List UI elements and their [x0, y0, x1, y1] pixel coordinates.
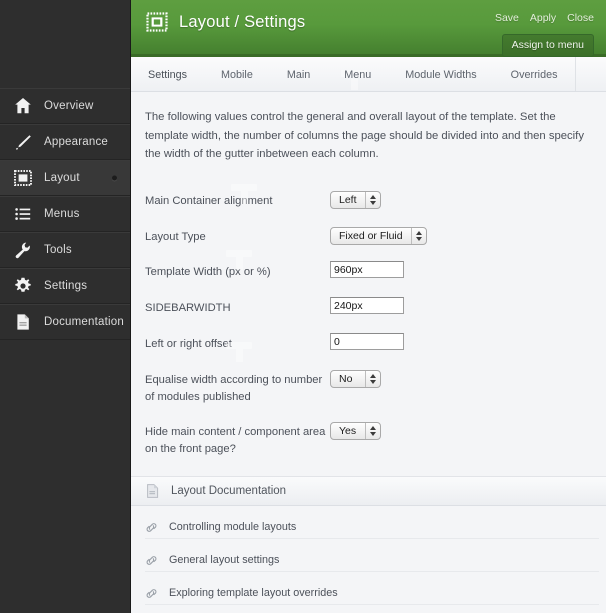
hide-main-content-select[interactable]: Yes: [330, 422, 381, 441]
field-row: SIDEBARWIDTH: [131, 289, 606, 325]
wrench-icon: [12, 239, 34, 261]
field-control: [330, 297, 404, 315]
sidebar-item-settings[interactable]: Settings: [0, 268, 131, 304]
sidebar-item-label: Overview: [44, 100, 94, 112]
list-item[interactable]: Controlling module layouts: [145, 516, 599, 540]
template-width-input[interactable]: [330, 261, 404, 279]
list-item-label: General layout settings: [169, 554, 280, 567]
assign-to-menu-button[interactable]: Assign to menu: [501, 34, 594, 57]
sidebar-item-appearance[interactable]: Appearance: [0, 124, 131, 160]
left-right-offset-input[interactable]: [330, 333, 404, 351]
sidebar-item-label: Settings: [44, 280, 88, 292]
list-item[interactable]: General layout settings: [145, 549, 599, 573]
sidebar-item-tools[interactable]: Tools: [0, 232, 131, 268]
stepper-arrows-icon: [410, 227, 426, 244]
field-row: Main Container alignment Left: [131, 182, 606, 218]
tab-mobile[interactable]: Mobile: [204, 57, 270, 92]
brush-icon: [12, 131, 34, 153]
field-control: No: [330, 369, 381, 388]
documentation-links: Controlling module layouts General layou…: [131, 506, 606, 613]
gear-icon: [12, 275, 34, 297]
link-icon: [145, 587, 159, 600]
field-label: Main Container alignment: [145, 194, 273, 207]
list-item[interactable]: Exploring template layout overrides: [145, 582, 599, 606]
documentation-panel: Layout Documentation Controlling module …: [131, 70, 606, 613]
sidebar-item-label: Appearance: [44, 136, 109, 148]
documentation-header: Layout Documentation: [131, 476, 606, 507]
document-icon: [145, 483, 161, 499]
field-label: Template Width (px or %): [145, 266, 271, 279]
link-icon: [145, 521, 159, 534]
sidebar-item-documentation[interactable]: Documentation: [0, 304, 131, 340]
field-row: Equalise width according to number of mo…: [131, 361, 606, 414]
select-value: Fixed or Fluid: [339, 229, 403, 242]
document-icon: [12, 311, 34, 333]
sidebar-item-label: Documentation: [44, 316, 124, 328]
field-control: Left: [330, 190, 381, 209]
header-actions: Save Apply Close: [495, 12, 594, 24]
app-window: Overview Appearance Layout Menus Tools S…: [0, 0, 606, 613]
field-row: Left or right offset: [131, 325, 606, 361]
field-control: [330, 261, 404, 279]
home-icon: [12, 95, 34, 117]
tab-module-widths[interactable]: Module Widths: [388, 57, 493, 92]
intro-text: The following values control the general…: [145, 111, 584, 161]
close-button[interactable]: Close: [567, 12, 594, 24]
active-indicator-dot: [112, 175, 117, 181]
settings-form: Main Container alignment Left Layout Typ…: [131, 182, 606, 466]
select-value: Left: [339, 193, 357, 206]
equalise-width-select[interactable]: No: [330, 369, 381, 388]
page-header: Layout / Settings Save Apply Close Assig…: [131, 0, 606, 57]
field-label: SIDEBARWIDTH: [145, 302, 231, 315]
list-item-label: Controlling module layouts: [169, 521, 297, 534]
stepper-arrows-icon: [365, 191, 380, 208]
main-area: Layout / Settings Save Apply Close Assig…: [131, 0, 606, 613]
tab-main[interactable]: Main: [270, 57, 327, 92]
field-row: Layout Type Fixed or Fluid: [131, 218, 606, 254]
tab-bar-filler: [576, 57, 606, 92]
documentation-title: Layout Documentation: [171, 485, 287, 498]
list-icon: [12, 203, 34, 225]
sidebar-item-label: Layout: [44, 172, 80, 184]
layout-type-select[interactable]: Fixed or Fluid: [330, 226, 427, 245]
field-label: Equalise width according to number of mo…: [145, 373, 323, 403]
save-button[interactable]: Save: [495, 12, 519, 24]
sidebar: Overview Appearance Layout Menus Tools S…: [0, 0, 131, 613]
settings-content: The following values control the general…: [131, 70, 606, 613]
select-value: No: [339, 372, 353, 385]
sidebar-item-label: Menus: [44, 208, 80, 220]
tab-bar: Settings Mobile Main Menu Module Widths …: [131, 57, 606, 92]
field-control: [330, 333, 404, 351]
field-control: Yes: [330, 421, 381, 441]
sidebar-item-overview[interactable]: Overview: [0, 88, 131, 124]
list-item-label: Exploring template layout overrides: [169, 587, 338, 600]
intro-panel: The following values control the general…: [131, 92, 606, 182]
field-label: Left or right offset: [145, 338, 232, 351]
tab-overrides[interactable]: Overrides: [494, 57, 575, 92]
layout-frame-icon: [146, 11, 168, 33]
layout-icon: [12, 167, 34, 189]
stepper-arrows-icon: [365, 370, 380, 387]
field-control: Fixed or Fluid: [330, 226, 427, 245]
main-container-alignment-select[interactable]: Left: [330, 190, 381, 209]
sidebar-item-menus[interactable]: Menus: [0, 196, 131, 232]
sidebar-width-input[interactable]: [330, 297, 404, 315]
stepper-arrows-icon: [365, 423, 380, 440]
tab-settings[interactable]: Settings: [131, 57, 204, 92]
select-value: Yes: [339, 425, 357, 438]
page-title: Layout / Settings: [179, 12, 306, 31]
tab-menu[interactable]: Menu: [327, 57, 388, 92]
field-row: Hide main content / component area on th…: [131, 413, 606, 466]
sidebar-item-label: Tools: [44, 244, 72, 256]
sidebar-item-layout[interactable]: Layout: [0, 160, 131, 196]
page-header-left: Layout / Settings: [146, 11, 305, 33]
field-label: Layout Type: [145, 230, 206, 243]
field-row: Template Width (px or %): [131, 253, 606, 289]
link-icon: [145, 554, 159, 567]
field-label: Hide main content / component area on th…: [145, 426, 326, 456]
apply-button[interactable]: Apply: [530, 12, 556, 24]
